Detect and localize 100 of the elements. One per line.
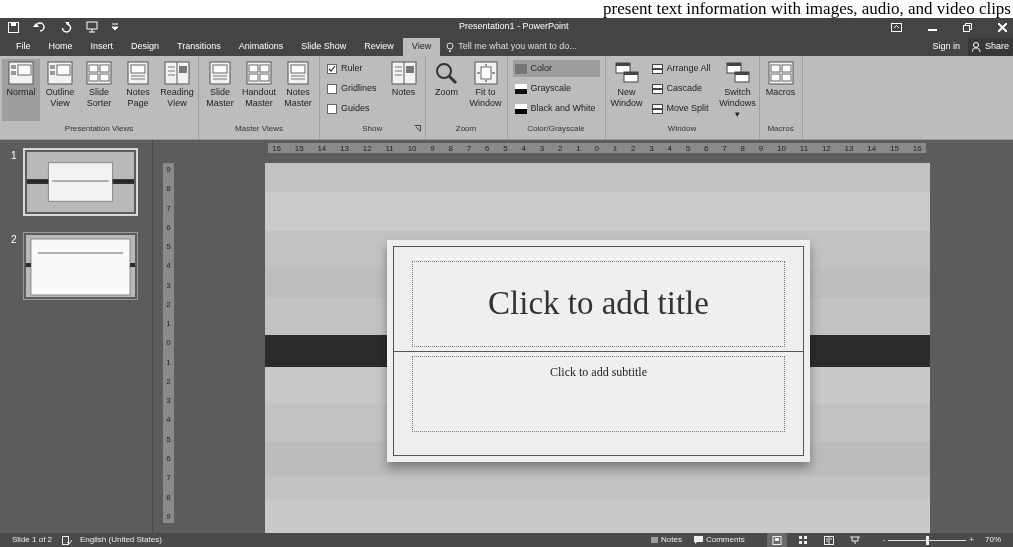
ribbon-tab[interactable]: Slide Show: [292, 38, 356, 56]
ruler-number: 8: [448, 143, 454, 153]
sign-in-link[interactable]: Sign in: [924, 40, 968, 54]
notes-icon: [651, 537, 659, 543]
ribbon-button[interactable]: Reading View: [158, 59, 196, 121]
ruler-number: 0: [166, 338, 171, 348]
ribbon-button[interactable]: Normal: [2, 59, 40, 121]
ruler-number: 11: [385, 143, 394, 153]
ribbon-tab[interactable]: Review: [355, 38, 403, 56]
ruler-number: 5: [166, 242, 171, 252]
tell-me-field[interactable]: Tell me what you want to do...: [446, 38, 577, 56]
redo-icon[interactable]: [61, 21, 72, 33]
overlay-text: present text information with images, audio, and video clips: [603, 0, 1011, 18]
ribbon-button[interactable]: Move Split: [649, 100, 715, 117]
ruler-number: 4: [166, 415, 171, 425]
ruler-number: 9: [758, 143, 764, 153]
ribbon-button[interactable]: Grayscale: [512, 80, 600, 97]
ribbon-display-icon[interactable]: [891, 22, 902, 32]
ribbon-tab[interactable]: Transitions: [168, 38, 230, 56]
ribbon-button[interactable]: Slide Sorter: [80, 59, 118, 121]
ribbon-button[interactable]: Notes: [384, 59, 423, 121]
ruler-number: 2: [166, 299, 171, 309]
save-icon[interactable]: [8, 21, 19, 33]
group-label: Master Views: [235, 122, 283, 135]
ruler-number: 14: [867, 143, 877, 153]
language-status[interactable]: English (United States): [80, 534, 162, 546]
zoom-slider[interactable]: [888, 535, 967, 545]
ribbon-button[interactable]: Handout Master: [240, 59, 278, 121]
group-label: Zoom: [455, 122, 477, 135]
lightbulb-icon: [446, 42, 455, 52]
color-mode-icon: [514, 103, 527, 114]
ruler-number: 13: [844, 143, 854, 153]
ribbon-button[interactable]: Zoom: [427, 59, 466, 121]
ribbon-button[interactable]: Switch Windows ▾: [718, 59, 757, 121]
ruler-number: 9: [430, 143, 435, 153]
ruler-number: 2: [558, 143, 563, 153]
presenter-icon[interactable]: [86, 21, 98, 33]
page-icon: [125, 61, 151, 85]
person-icon: [971, 42, 982, 52]
zoom-thumb[interactable]: [925, 535, 929, 545]
ribbon-button[interactable]: Macros: [761, 59, 800, 121]
ribbon-button[interactable]: Slide Master: [201, 59, 239, 121]
zoom-out-button[interactable]: -: [882, 534, 886, 546]
ruler-number: 14: [317, 143, 327, 153]
restore-icon[interactable]: [963, 22, 972, 32]
comment-icon: [693, 536, 703, 544]
ribbon-button[interactable]: Fit to Window: [466, 59, 505, 121]
window-title: Presentation1 - PowerPoint: [459, 20, 569, 34]
ribbon-tab[interactable]: View: [402, 38, 441, 56]
slide-thumbnail[interactable]: [23, 232, 138, 300]
page-icon: [207, 61, 233, 85]
ribbon-tab[interactable]: Home: [39, 38, 82, 56]
notes-button[interactable]: Notes: [651, 534, 682, 546]
ruler-number: 7: [166, 473, 171, 483]
ribbon-button[interactable]: Notes Master: [279, 59, 317, 121]
ribbon-button[interactable]: Notes Page: [119, 59, 157, 121]
ribbon-button[interactable]: Arrange All: [649, 60, 715, 77]
ruler-number: 4: [667, 143, 673, 153]
zoom-in-button[interactable]: +: [969, 534, 974, 546]
dialog-launcher-icon[interactable]: [413, 125, 421, 132]
ruler-number: 6: [704, 143, 709, 153]
slide-count: Slide 1 of 2: [12, 534, 53, 546]
ruler-number: 5: [166, 434, 171, 444]
checkbox[interactable]: Gridlines: [325, 80, 381, 97]
subtitle-placeholder[interactable]: Click to add subtitle: [412, 356, 785, 432]
zoom-percent[interactable]: 70%: [985, 534, 1001, 546]
group-label: Show: [362, 122, 383, 135]
ribbon-tab[interactable]: Design: [122, 38, 169, 56]
ruler-number: 3: [166, 396, 171, 406]
ribbon-tab[interactable]: Animations: [229, 38, 293, 56]
customize-icon[interactable]: [112, 23, 118, 31]
ruler-number: 2: [166, 376, 171, 386]
undo-icon[interactable]: [33, 21, 47, 33]
ruler-number: 15: [294, 143, 304, 153]
spelling-icon[interactable]: [62, 535, 73, 545]
slide-number: 1: [11, 149, 18, 163]
window-layout-icon: [651, 103, 663, 114]
window-layout-icon: [651, 83, 663, 94]
ruler-number: 16: [272, 143, 281, 153]
ribbon-button[interactable]: Black and White: [512, 100, 600, 117]
ruler-number: 15: [890, 143, 899, 153]
ribbon-button[interactable]: Outline View: [41, 59, 79, 121]
ruler-number: 1: [166, 319, 171, 329]
ribbon-button[interactable]: Color: [512, 60, 600, 77]
page-icon: [285, 61, 311, 85]
color-mode-icon: [514, 63, 527, 74]
normal-view-icon[interactable]: [766, 533, 787, 547]
ribbon-tab[interactable]: File: [7, 38, 40, 56]
checkbox[interactable]: Guides: [325, 100, 381, 117]
ribbon-button[interactable]: Cascade: [649, 80, 715, 97]
ribbon-tab[interactable]: Insert: [81, 38, 123, 56]
title-placeholder[interactable]: Click to add title: [412, 261, 785, 347]
share-button[interactable]: Share: [967, 38, 1013, 56]
ribbon-button[interactable]: New Window: [607, 59, 646, 121]
ruler-number: 13: [340, 143, 349, 153]
ruler-number: 12: [362, 143, 372, 153]
checkbox[interactable]: Ruler: [325, 60, 381, 77]
close-icon[interactable]: [998, 22, 1007, 32]
ruler-number: 10: [777, 143, 786, 153]
comments-button[interactable]: Comments: [693, 534, 745, 546]
